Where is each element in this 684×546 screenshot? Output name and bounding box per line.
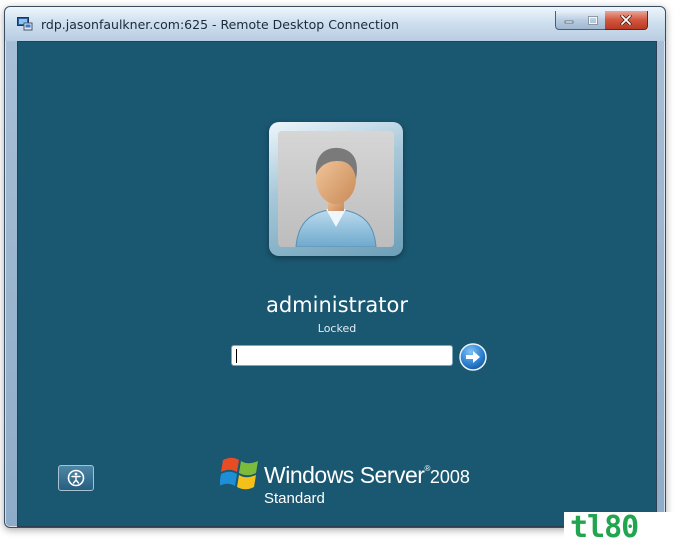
rdp-window: rdp.jasonfaulkner.com:625 - Remote Deskt… <box>4 6 666 528</box>
submit-button[interactable] <box>459 343 487 371</box>
username-label: administrator <box>265 293 409 317</box>
minimize-button[interactable] <box>555 11 582 30</box>
lock-status: Locked <box>317 322 357 335</box>
window-title: rdp.jasonfaulkner.com:625 - Remote Deskt… <box>41 17 399 32</box>
maximize-button[interactable] <box>580 11 606 30</box>
password-input[interactable] <box>231 345 453 366</box>
product-year: 2008 <box>429 467 470 487</box>
remote-desktop-screen: administrator Locked Windows Server®2008… <box>17 41 657 527</box>
user-avatar-icon <box>295 147 377 247</box>
product-name: Windows Server®2008 <box>264 462 470 489</box>
text-caret <box>236 349 237 363</box>
close-button[interactable] <box>605 11 648 30</box>
minimize-icon <box>564 20 573 24</box>
windows-logo-icon <box>220 457 258 490</box>
close-icon <box>620 15 632 25</box>
user-tile[interactable] <box>269 122 403 256</box>
watermark: tl80 <box>564 510 684 546</box>
windows-server-branding: Windows Server®2008 Standard <box>220 454 480 514</box>
product-edition: Standard <box>264 490 325 507</box>
ease-of-access-button[interactable] <box>58 465 94 491</box>
product-text: Windows Server <box>264 462 425 488</box>
registered-mark: ® <box>424 464 430 473</box>
remote-desktop-icon <box>17 17 33 31</box>
maximize-icon <box>587 15 598 25</box>
watermark-text: tl80 <box>570 510 639 545</box>
title-bar[interactable]: rdp.jasonfaulkner.com:625 - Remote Deskt… <box>5 7 665 41</box>
avatar <box>278 131 394 247</box>
ease-of-access-icon <box>67 469 85 487</box>
